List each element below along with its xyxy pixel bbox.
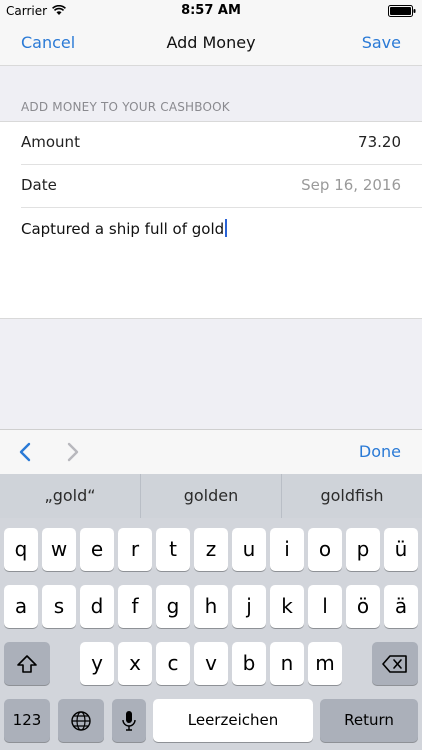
input-accessory-bar: Done — [0, 429, 422, 474]
key-p[interactable]: p — [346, 528, 380, 571]
globe-icon — [71, 710, 91, 731]
key-u[interactable]: u — [232, 528, 266, 571]
key-e[interactable]: e — [80, 528, 114, 571]
cancel-button[interactable]: Cancel — [21, 33, 75, 52]
key-a[interactable]: a — [4, 585, 38, 628]
suggestion-item[interactable]: „gold“ — [0, 474, 141, 518]
key-v[interactable]: v — [194, 642, 228, 685]
date-field[interactable]: Sep 16, 2016 — [301, 176, 401, 194]
amount-row[interactable]: Amount 73.20 — [21, 122, 422, 165]
key-h[interactable]: h — [194, 585, 228, 628]
key-g[interactable]: g — [156, 585, 190, 628]
key-j[interactable]: j — [232, 585, 266, 628]
key-y[interactable]: y — [80, 642, 114, 685]
delete-key[interactable] — [372, 642, 418, 685]
space-key[interactable]: Leerzeichen — [153, 699, 313, 742]
suggestion-bar: „gold“ golden goldfish — [0, 474, 422, 518]
amount-field[interactable]: 73.20 — [358, 133, 401, 151]
text-caret — [225, 219, 228, 237]
save-button[interactable]: Save — [362, 33, 401, 52]
key-q[interactable]: q — [4, 528, 38, 571]
key-a-umlaut[interactable]: ä — [384, 585, 418, 628]
battery-icon — [388, 5, 416, 17]
section-header: ADD MONEY TO YOUR CASHBOOK — [21, 100, 230, 114]
clock: 8:57 AM — [181, 3, 241, 18]
suggestion-item[interactable]: golden — [141, 474, 282, 518]
backspace-icon — [382, 654, 407, 673]
key-z[interactable]: z — [194, 528, 228, 571]
microphone-icon — [122, 710, 136, 731]
key-n[interactable]: n — [270, 642, 304, 685]
dictation-key[interactable] — [112, 699, 146, 742]
note-textarea[interactable]: Captured a ship full of gold — [21, 208, 422, 318]
date-label: Date — [21, 176, 57, 194]
key-o-umlaut[interactable]: ö — [346, 585, 380, 628]
key-i[interactable]: i — [270, 528, 304, 571]
key-d[interactable]: d — [80, 585, 114, 628]
done-button[interactable]: Done — [359, 442, 401, 461]
date-row[interactable]: Date Sep 16, 2016 — [21, 165, 422, 208]
key-f[interactable]: f — [118, 585, 152, 628]
shift-icon — [17, 654, 37, 673]
status-bar: Carrier 8:57 AM — [0, 0, 422, 22]
key-u-umlaut[interactable]: ü — [384, 528, 418, 571]
key-x[interactable]: x — [118, 642, 152, 685]
key-c[interactable]: c — [156, 642, 190, 685]
key-t[interactable]: t — [156, 528, 190, 571]
note-text: Captured a ship full of gold — [21, 219, 228, 238]
key-m[interactable]: m — [308, 642, 342, 685]
navigation-bar: Cancel Add Money Save — [0, 22, 422, 66]
shift-key[interactable] — [4, 642, 50, 685]
numbers-key[interactable]: 123 — [4, 699, 50, 742]
keyboard: q w e r t z u i o p ü a s d f g h j k l … — [0, 518, 422, 750]
suggestion-item[interactable]: goldfish — [282, 474, 422, 518]
key-w[interactable]: w — [42, 528, 76, 571]
key-k[interactable]: k — [270, 585, 304, 628]
chevron-right-icon[interactable] — [60, 440, 84, 464]
key-l[interactable]: l — [308, 585, 342, 628]
money-form: Amount 73.20 Date Sep 16, 2016 Captured … — [0, 121, 422, 319]
globe-key[interactable] — [58, 699, 104, 742]
amount-label: Amount — [21, 133, 80, 151]
return-key[interactable]: Return — [320, 699, 418, 742]
key-b[interactable]: b — [232, 642, 266, 685]
key-s[interactable]: s — [42, 585, 76, 628]
key-r[interactable]: r — [118, 528, 152, 571]
chevron-left-icon[interactable] — [14, 440, 38, 464]
key-o[interactable]: o — [308, 528, 342, 571]
